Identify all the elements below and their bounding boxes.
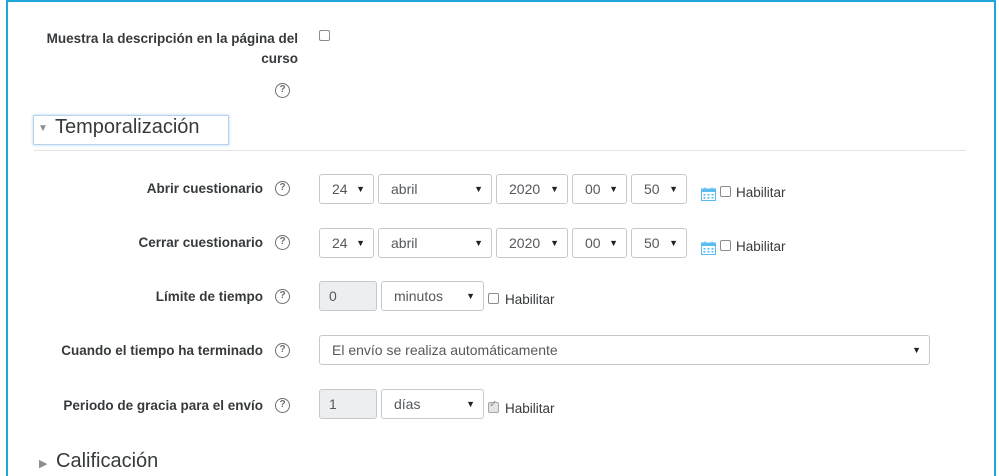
label-show-description-line2: curso	[261, 51, 298, 66]
calendar-icon[interactable]	[701, 241, 716, 255]
chevron-down-icon: ▼	[550, 238, 559, 248]
chevron-down-icon: ▼	[550, 184, 559, 194]
open-hour-select[interactable]: 00 ▼	[572, 174, 627, 204]
grace-period-unit-select[interactable]: días ▼	[381, 389, 484, 419]
close-day-value: 24	[332, 235, 348, 251]
help-icon[interactable]: ?	[275, 181, 290, 196]
close-month-value: abril	[391, 235, 418, 251]
open-day-value: 24	[332, 181, 348, 197]
open-year-select[interactable]: 2020 ▼	[496, 174, 568, 204]
section-heading-temporalizacion[interactable]: Temporalización	[55, 116, 200, 139]
open-enable-checkbox[interactable]	[720, 186, 731, 197]
open-day-select[interactable]: 24 ▼	[319, 174, 374, 204]
caret-right-icon[interactable]: ▶	[39, 457, 47, 470]
open-minute-value: 50	[644, 181, 660, 197]
chevron-down-icon: ▼	[356, 238, 365, 248]
time-limit-enable-label[interactable]: Habilitar	[505, 292, 555, 307]
close-day-select[interactable]: 24 ▼	[319, 228, 374, 258]
help-icon[interactable]: ?	[275, 289, 290, 304]
chevron-down-icon: ▼	[669, 184, 678, 194]
close-month-select[interactable]: abril ▼	[378, 228, 492, 258]
close-hour-value: 00	[585, 235, 601, 251]
open-month-value: abril	[391, 181, 418, 197]
overdue-handling-select[interactable]: El envío se realiza automáticamente ▼	[319, 335, 930, 365]
show-description-checkbox[interactable]	[319, 30, 330, 41]
help-icon[interactable]: ?	[275, 235, 290, 250]
open-minute-select[interactable]: 50 ▼	[631, 174, 687, 204]
close-year-select[interactable]: 2020 ▼	[496, 228, 568, 258]
close-enable-checkbox[interactable]	[720, 240, 731, 251]
time-limit-unit-select[interactable]: minutos ▼	[381, 281, 484, 311]
caret-down-icon[interactable]: ▼	[38, 123, 48, 134]
chevron-down-icon: ▼	[609, 184, 618, 194]
close-quiz-label: Cerrar cuestionario	[138, 235, 263, 250]
chevron-down-icon: ▼	[466, 291, 475, 301]
calendar-icon[interactable]	[701, 187, 716, 201]
help-icon[interactable]: ?	[275, 398, 290, 413]
open-month-select[interactable]: abril ▼	[378, 174, 492, 204]
overdue-handling-label: Cuando el tiempo ha terminado	[61, 343, 263, 358]
grace-period-unit-value: días	[394, 396, 421, 412]
close-hour-select[interactable]: 00 ▼	[572, 228, 627, 258]
chevron-down-icon: ▼	[474, 184, 483, 194]
close-minute-value: 50	[644, 235, 660, 251]
chevron-down-icon: ▼	[912, 345, 921, 355]
help-icon[interactable]: ?	[275, 343, 290, 358]
time-limit-input[interactable]: 0	[319, 281, 377, 311]
chevron-down-icon: ▼	[669, 238, 678, 248]
time-limit-unit-value: minutos	[394, 288, 444, 304]
close-enable-label[interactable]: Habilitar	[736, 239, 786, 254]
chevron-down-icon: ▼	[466, 399, 475, 409]
open-enable-label[interactable]: Habilitar	[736, 185, 786, 200]
label-show-description: Muestra la descripción en la página del …	[36, 29, 298, 69]
close-minute-select[interactable]: 50 ▼	[631, 228, 687, 258]
open-quiz-label: Abrir cuestionario	[146, 181, 263, 196]
grace-period-input[interactable]: 1	[319, 389, 377, 419]
open-hour-value: 00	[585, 181, 601, 197]
help-icon[interactable]: ?	[275, 83, 290, 98]
section-heading-calificacion[interactable]: Calificación	[56, 450, 158, 473]
grace-period-label: Periodo de gracia para el envío	[63, 398, 263, 413]
close-year-value: 2020	[509, 235, 541, 251]
chevron-down-icon: ▼	[609, 238, 618, 248]
overdue-handling-value: El envío se realiza automáticamente	[332, 342, 558, 358]
section-divider	[34, 150, 966, 151]
grace-period-enable-label[interactable]: Habilitar	[505, 401, 555, 416]
label-show-description-line1: Muestra la descripción en la página del	[46, 31, 298, 46]
open-year-value: 2020	[509, 181, 541, 197]
grace-period-enable-checkbox[interactable]	[488, 399, 499, 413]
time-limit-enable-checkbox[interactable]	[488, 293, 499, 304]
chevron-down-icon: ▼	[356, 184, 365, 194]
chevron-down-icon: ▼	[474, 238, 483, 248]
time-limit-label: Límite de tiempo	[155, 289, 263, 304]
